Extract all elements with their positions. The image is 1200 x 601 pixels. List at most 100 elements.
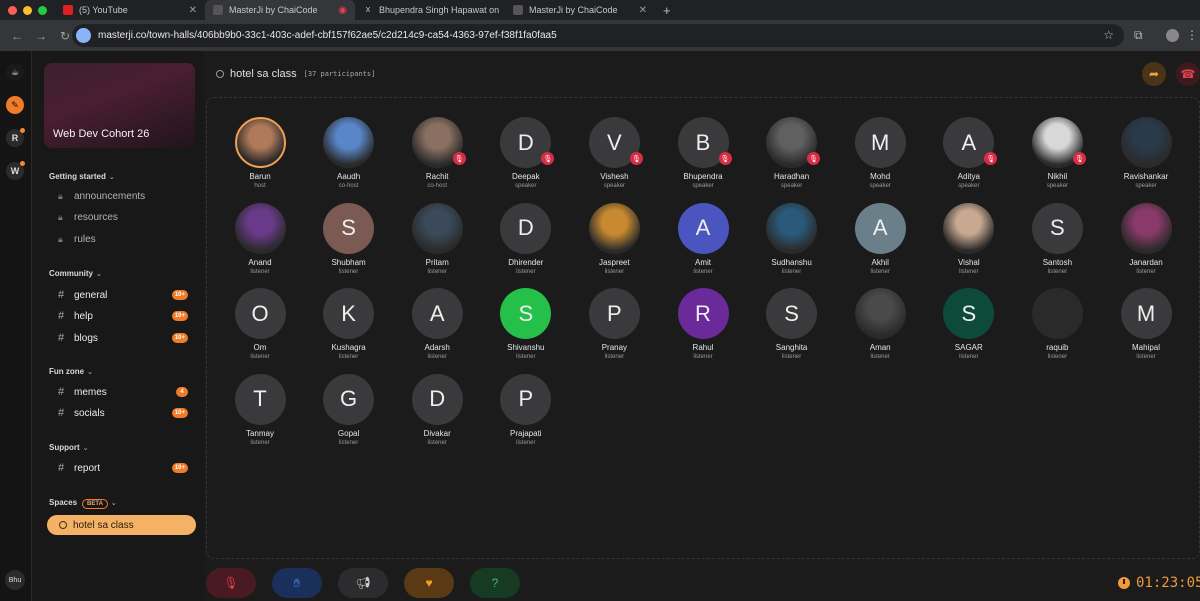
- participant-prajapati[interactable]: P Prajapati listener: [481, 373, 571, 446]
- participant-pritam[interactable]: Pritam listener: [392, 202, 482, 275]
- participant-anand[interactable]: Anand listener: [215, 202, 305, 275]
- participant-sagar[interactable]: S SAGAR listener: [924, 288, 1014, 360]
- forward-arrow-icon[interactable]: →: [34, 29, 48, 43]
- ear-icon: ?: [491, 576, 499, 590]
- participant-avatar: S: [500, 288, 552, 340]
- section-spaces[interactable]: Spaces BETA ⌄: [49, 498, 117, 509]
- participant-santosh[interactable]: S Santosh listener: [1012, 202, 1102, 275]
- raise-hand-button[interactable]: ✋︎: [272, 568, 322, 598]
- url-bar[interactable]: masterji.co/town-halls/406bb9b0-33c1-403…: [72, 24, 1124, 47]
- participant-name: Ravishankar: [1123, 172, 1169, 181]
- channel-rules[interactable]: 🔒︎ rules: [58, 234, 188, 245]
- close-tab-icon[interactable]: ✕: [639, 5, 647, 16]
- participant-janardan[interactable]: Janardan listener: [1101, 202, 1191, 275]
- channel-report[interactable]: # report 10+: [58, 462, 188, 474]
- browser-tab-x[interactable]: X Bhupendra Singh Hapawat on: [355, 0, 505, 20]
- reload-icon[interactable]: ↻: [58, 29, 72, 43]
- participant-amit[interactable]: A Amit listener: [658, 202, 748, 275]
- participant-name: Aman: [869, 343, 891, 353]
- section-getting-started[interactable]: Getting started ⌄: [49, 172, 115, 181]
- announce-button[interactable]: 📢︎: [338, 568, 388, 598]
- masterji-favicon-icon: [213, 5, 223, 15]
- participant-role: listener: [250, 439, 270, 446]
- chaicode-logo-icon[interactable]: ☕: [6, 63, 24, 81]
- back-arrow-icon[interactable]: ←: [10, 29, 24, 43]
- mute-mic-button[interactable]: 🎙︎: [206, 568, 256, 598]
- channel-memes[interactable]: # memes 4: [58, 386, 188, 398]
- minimize-window-button[interactable]: [23, 5, 32, 15]
- participant-name: Mahipal: [1131, 343, 1160, 353]
- participant-kushagra[interactable]: K Kushagra listener: [304, 288, 394, 360]
- participant-raquib[interactable]: raquib listener: [1012, 288, 1102, 360]
- participant-shivanshu[interactable]: S Shivanshu listener: [481, 288, 571, 360]
- participant-jaspreet[interactable]: Jaspreet listener: [569, 202, 659, 275]
- share-button[interactable]: ➦: [1142, 62, 1166, 86]
- participant-avatar: [323, 117, 375, 168]
- react-heart-button[interactable]: ♥: [404, 568, 454, 598]
- cohort-banner[interactable]: Web Dev Cohort 26: [44, 63, 195, 148]
- participant-om[interactable]: O Om listener: [215, 288, 305, 360]
- participant-vishal[interactable]: Vishal listener: [924, 202, 1014, 275]
- participant-name: raquib: [1046, 343, 1069, 353]
- section-fun-zone[interactable]: Fun zone ⌄: [49, 367, 93, 376]
- rail-item-w[interactable]: W: [6, 161, 25, 180]
- unread-badge: 10+: [171, 463, 188, 473]
- new-tab-button[interactable]: +: [663, 3, 671, 18]
- participant-barun[interactable]: Barun host: [215, 117, 305, 189]
- bookmark-star-icon[interactable]: ☆: [1103, 28, 1114, 42]
- participant-sudhanshu[interactable]: Sudhanshu listener: [747, 202, 837, 275]
- browser-tab-masterji-2[interactable]: MasterJi by ChaiCode ✕: [505, 0, 655, 20]
- space-hotel-sa-class[interactable]: hotel sa class: [47, 515, 196, 535]
- close-tab-icon[interactable]: ✕: [189, 5, 197, 16]
- site-info-icon[interactable]: [76, 28, 91, 43]
- channel-resources[interactable]: 🔒︎ resources: [58, 212, 188, 223]
- participant-rahul[interactable]: R Rahul listener: [658, 288, 748, 360]
- participant-aaudh[interactable]: Aaudh co-host: [304, 117, 394, 189]
- maximize-window-button[interactable]: [38, 5, 47, 15]
- participant-akhil[interactable]: A Akhil listener: [835, 202, 925, 275]
- participant-role: listener: [781, 268, 802, 275]
- extensions-icon[interactable]: ⧉: [1134, 28, 1143, 43]
- participant-mahipal[interactable]: M Mahipal listener: [1101, 288, 1191, 360]
- participant-sanghita[interactable]: S Sanghita listener: [747, 288, 837, 360]
- participant-aman[interactable]: Aman listener: [835, 288, 925, 360]
- participant-dhirender[interactable]: D Dhirender listener: [481, 202, 571, 275]
- participant-haradhan[interactable]: 🎙︎ Haradhan speaker: [747, 117, 837, 189]
- section-community[interactable]: Community ⌄: [49, 269, 102, 278]
- channel-socials[interactable]: # socials 10+: [58, 407, 188, 419]
- channel-blogs[interactable]: # blogs 10+: [58, 332, 188, 344]
- participant-gopal[interactable]: G Gopal listener: [304, 373, 394, 446]
- hash-icon: #: [58, 407, 65, 419]
- participant-aditya[interactable]: A 🎙︎ Aditya speaker: [924, 117, 1014, 189]
- channel-announcements[interactable]: 🔒︎ announcements: [58, 191, 188, 202]
- participant-deepak[interactable]: D 🎙︎ Deepak speaker: [481, 117, 571, 189]
- channel-label: memes: [74, 386, 107, 398]
- participant-vishesh[interactable]: V 🎙︎ Vishesh speaker: [569, 117, 659, 189]
- compass-icon[interactable]: ✎: [6, 96, 24, 114]
- channel-general[interactable]: # general 10+: [58, 289, 188, 301]
- participant-avatar: [588, 202, 640, 254]
- browser-tab-youtube[interactable]: (5) YouTube ✕: [55, 0, 205, 20]
- participant-ravishankar[interactable]: Ravishankar speaker: [1101, 117, 1191, 189]
- channel-help[interactable]: # help 10+: [58, 310, 188, 322]
- rail-item-r[interactable]: R: [6, 128, 25, 147]
- participant-adarsh[interactable]: A Adarsh listener: [392, 288, 482, 360]
- browser-tab-masterji[interactable]: MasterJi by ChaiCode ◉: [205, 0, 355, 20]
- browser-menu-icon[interactable]: ⋮: [1186, 28, 1198, 42]
- profile-avatar[interactable]: [1166, 29, 1179, 42]
- participant-shubham[interactable]: S Shubham listener: [304, 202, 394, 275]
- participant-rachit[interactable]: 🎙︎ Rachit co-host: [392, 117, 482, 189]
- participant-bhupendra[interactable]: B 🎙︎ Bhupendra speaker: [658, 117, 748, 189]
- section-support[interactable]: Support ⌄: [49, 443, 89, 452]
- user-avatar[interactable]: Bhu: [5, 570, 25, 590]
- close-window-button[interactable]: [8, 5, 17, 15]
- participant-nikhil[interactable]: 🎙︎ Nikhil speaker: [1012, 117, 1102, 189]
- participant-avatar: M: [854, 117, 906, 168]
- leave-call-button[interactable]: ☎: [1176, 62, 1200, 86]
- participant-divakar[interactable]: D Divakar listener: [392, 373, 482, 446]
- participant-tanmay[interactable]: T Tanmay listener: [215, 373, 305, 446]
- participant-mohd[interactable]: M Mohd speaker: [835, 117, 925, 189]
- participant-pranay[interactable]: P Pranay listener: [569, 288, 659, 360]
- participant-name: Nikhil: [1047, 172, 1068, 181]
- listen-button[interactable]: ?: [470, 568, 520, 598]
